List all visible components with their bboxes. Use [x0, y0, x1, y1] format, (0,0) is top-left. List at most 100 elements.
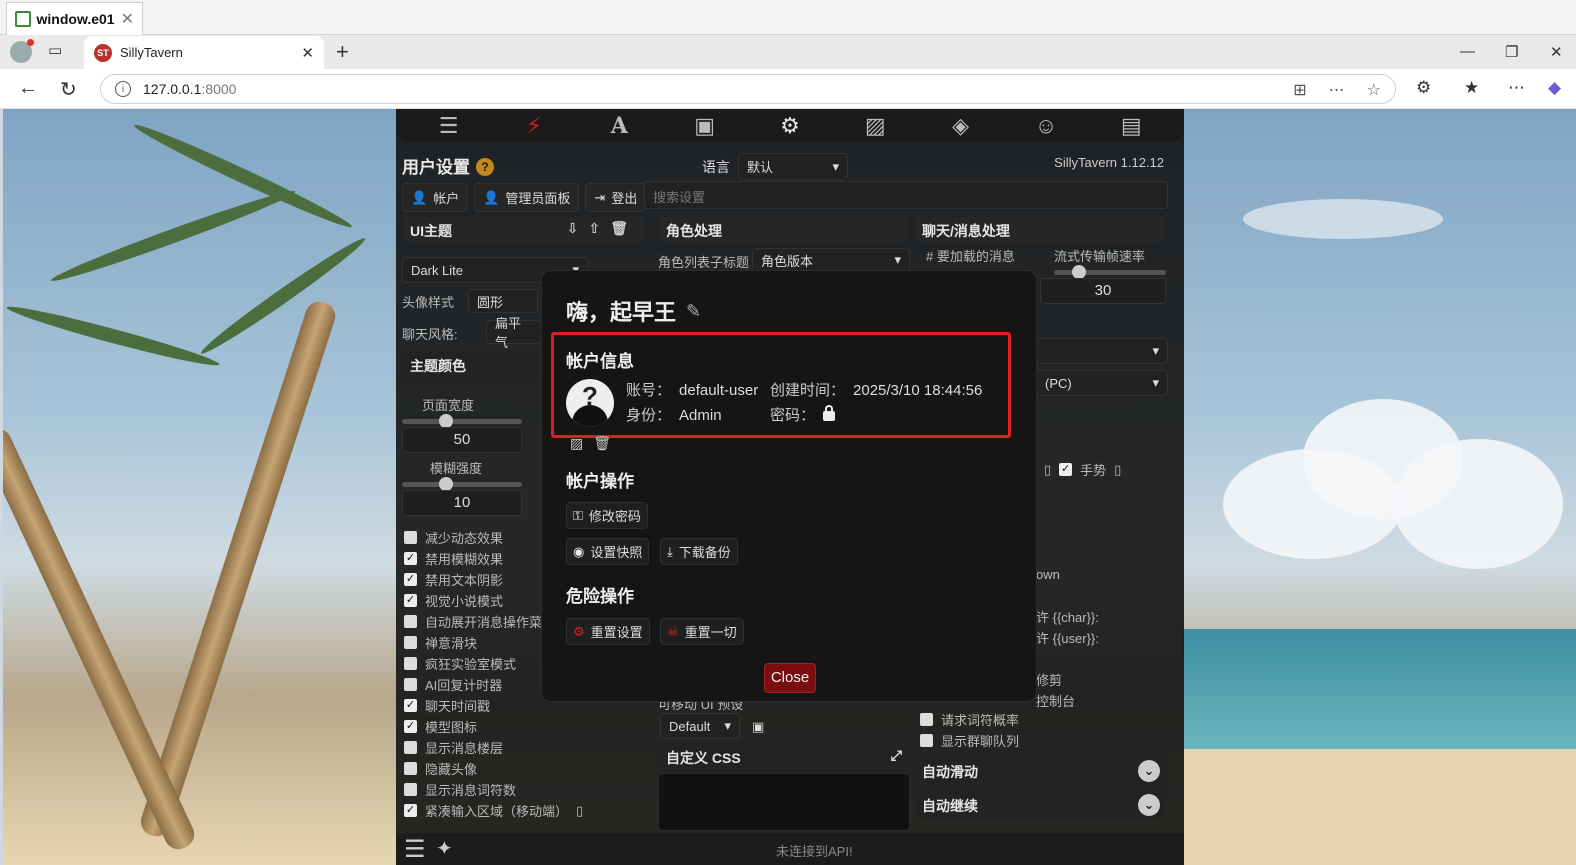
image-icon[interactable]: ▨: [859, 113, 891, 139]
checkbox[interactable]: ✓: [1059, 463, 1073, 476]
cloud-shape: [1243, 199, 1443, 239]
menu-icon[interactable]: ☰: [404, 835, 426, 864]
address-bar[interactable]: i 127.0.0.1:8000 ⊞ ⋯ ☆: [100, 74, 1396, 104]
browser-tab-sillytavern[interactable]: ST SillyTavern ✕: [84, 36, 324, 69]
right-select-1[interactable]: ▾: [1036, 338, 1168, 364]
account-button[interactable]: 👤 帐户: [402, 183, 469, 212]
id-card-icon[interactable]: ▤: [1115, 113, 1147, 139]
allow-char-text: 许 {{char}}:: [1036, 610, 1099, 625]
download-backup-button[interactable]: ⤓ 下载备份: [660, 538, 738, 565]
tab-actions-icon[interactable]: ▭: [48, 41, 62, 63]
checkbox-row[interactable]: 隐藏头像: [404, 758, 583, 779]
copilot-icon[interactable]: ◆: [1548, 78, 1561, 98]
logout-button[interactable]: ⇥ 登出: [585, 183, 647, 212]
language-select[interactable]: 默认 ▾: [738, 153, 848, 180]
favorites-icon[interactable]: ★: [1464, 78, 1479, 98]
page-width-value[interactable]: 50: [402, 427, 522, 453]
checkbox-row[interactable]: ✓ 紧凑输入区域（移动端） ▯: [404, 800, 583, 821]
smiley-icon[interactable]: ☺: [1030, 113, 1062, 139]
close-window-icon[interactable]: ✕: [1550, 43, 1563, 61]
checkbox[interactable]: [404, 762, 417, 775]
restore-icon[interactable]: ❐: [1505, 43, 1518, 61]
profile-icon[interactable]: [10, 39, 34, 63]
blur-strength-slider[interactable]: [402, 477, 522, 491]
blur-strength-label: 模糊强度: [430, 461, 483, 476]
right-select-2[interactable]: (PC) ▾: [1036, 370, 1168, 396]
checkbox[interactable]: ✓: [404, 594, 417, 607]
user-icon: 👤: [411, 189, 428, 205]
back-icon[interactable]: ←: [18, 77, 38, 100]
more-tools-icon[interactable]: ⋯: [1329, 80, 1345, 100]
admin-panel-button[interactable]: 👤 管理员面板: [474, 183, 580, 212]
auto-continue-header[interactable]: 自动继续 ⌄: [914, 791, 1166, 819]
chat-style-select[interactable]: 扁平 气: [486, 316, 542, 350]
checkbox-row[interactable]: 显示消息楼层: [404, 737, 583, 758]
key-icon: ⚿: [573, 507, 583, 523]
extensions-icon[interactable]: ⚙: [1416, 78, 1431, 98]
favorite-star-icon[interactable]: ☆: [1367, 80, 1381, 100]
checkbox[interactable]: [404, 615, 417, 628]
chevron-down-icon[interactable]: ⌄: [1138, 760, 1160, 782]
checkbox[interactable]: ✓: [404, 699, 417, 712]
change-password-button[interactable]: ⚿ 修改密码: [566, 502, 648, 529]
expand-icon[interactable]: ⤢: [891, 747, 902, 764]
snapshot-button[interactable]: ◉ 设置快照: [566, 538, 650, 565]
reset-settings-button[interactable]: ⚙ 重置设置: [566, 618, 650, 645]
checkbox-row[interactable]: 显示消息词符数: [404, 779, 583, 800]
plug-icon[interactable]: ⚡: [518, 113, 550, 139]
sliders-icon[interactable]: ☰: [433, 113, 465, 139]
checkbox[interactable]: ✓: [404, 573, 417, 586]
mobile-ui-preset-select[interactable]: Default ▾: [660, 713, 740, 739]
char-list-subtitle-select[interactable]: 角色版本 ▾: [752, 248, 910, 272]
page-width-slider[interactable]: [402, 414, 522, 428]
sillytavern-favicon-icon: ST: [94, 43, 112, 62]
checkbox[interactable]: [404, 741, 417, 754]
settings-search-input[interactable]: 搜索设置: [644, 181, 1168, 209]
checkbox[interactable]: [404, 636, 417, 649]
checkbox[interactable]: ✓: [404, 720, 417, 733]
book-icon[interactable]: ▣: [689, 113, 721, 139]
checkbox[interactable]: ✓: [404, 804, 417, 817]
trash-icon[interactable]: 🗑: [593, 435, 611, 452]
reload-icon[interactable]: ↻: [60, 77, 77, 102]
auto-scroll-header[interactable]: 自动滑动 ⌄: [914, 757, 1166, 785]
checkbox[interactable]: [404, 783, 417, 796]
theme-actions-icons[interactable]: ⇩⇧🗑: [567, 220, 638, 237]
checkbox[interactable]: ✓: [404, 552, 417, 565]
checkbox[interactable]: [920, 713, 933, 726]
avatar-style-select[interactable]: 圆形: [468, 289, 538, 313]
reset-everything-button[interactable]: ☠ 重置一切: [660, 618, 744, 645]
user-gear-icon[interactable]: ⚙: [774, 113, 806, 139]
checkbox[interactable]: [404, 678, 417, 691]
minimize-icon[interactable]: —: [1460, 43, 1475, 60]
window-tab[interactable]: window.e01 ✕: [6, 2, 143, 35]
window-close-icon[interactable]: ✕: [121, 9, 134, 29]
stream-fps-value[interactable]: 30: [1040, 278, 1166, 304]
camera-icon: ◉: [573, 543, 585, 559]
settings-menu-icon[interactable]: ⋯: [1508, 78, 1525, 98]
checkbox[interactable]: [920, 734, 933, 747]
site-info-icon[interactable]: i: [115, 81, 131, 97]
font-icon[interactable]: A: [603, 113, 635, 139]
checkbox[interactable]: [404, 531, 417, 544]
apps-icon[interactable]: ⊞: [1293, 80, 1306, 100]
stream-fps-slider[interactable]: [1054, 265, 1166, 279]
image-icon[interactable]: ▨: [570, 435, 583, 452]
help-icon[interactable]: ?: [476, 158, 494, 176]
checkbox-row[interactable]: 显示群聊队列: [920, 730, 1019, 751]
gesture-checkbox-row[interactable]: ▯ ✓ 手势 ▯: [1044, 459, 1121, 480]
close-button[interactable]: Close: [764, 663, 816, 693]
chevron-down-icon[interactable]: ⌄: [1138, 794, 1160, 816]
tab-close-icon[interactable]: ✕: [301, 44, 314, 62]
magic-wand-icon[interactable]: ✦: [436, 836, 453, 861]
checkbox[interactable]: [404, 657, 417, 670]
palm-leaf-shape: [197, 232, 369, 360]
custom-css-textarea[interactable]: [658, 773, 910, 831]
cubes-icon[interactable]: ◈: [945, 113, 977, 139]
new-tab-icon[interactable]: +: [336, 39, 349, 65]
checkbox-row[interactable]: 请求词符概率: [920, 709, 1019, 730]
pencil-icon[interactable]: ✎: [686, 301, 701, 322]
checkbox-row[interactable]: ✓ 模型图标: [404, 716, 583, 737]
blur-strength-value[interactable]: 10: [402, 490, 522, 516]
save-icon[interactable]: ▣: [752, 719, 764, 735]
